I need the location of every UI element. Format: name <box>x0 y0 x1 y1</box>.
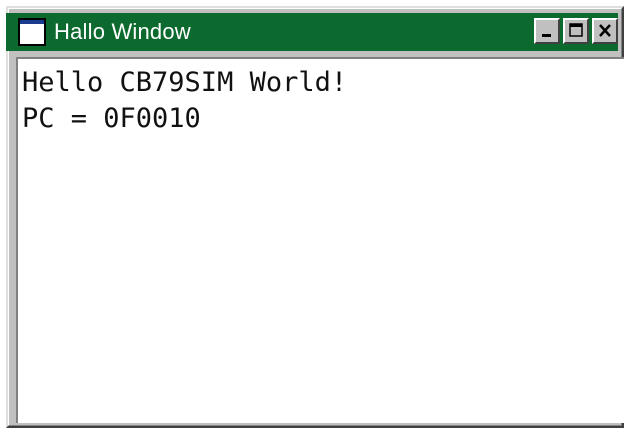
title-bar[interactable]: Hallo Window <box>6 13 618 51</box>
client-area[interactable]: Hello CB79SIM World! PC = 0F0010 <box>16 57 624 423</box>
window-icon[interactable] <box>18 18 46 46</box>
output-line-pc: PC = 0F0010 <box>22 103 201 134</box>
title-buttons <box>534 18 618 44</box>
maximize-icon <box>569 23 583 37</box>
close-button[interactable] <box>592 18 618 44</box>
window-title: Hallo Window <box>54 19 191 44</box>
close-icon <box>599 24 611 37</box>
minimize-button[interactable] <box>534 18 560 44</box>
maximize-button[interactable] <box>563 18 589 44</box>
minimize-icon <box>542 34 551 37</box>
output-line-greeting: Hello CB79SIM World! <box>22 67 348 98</box>
